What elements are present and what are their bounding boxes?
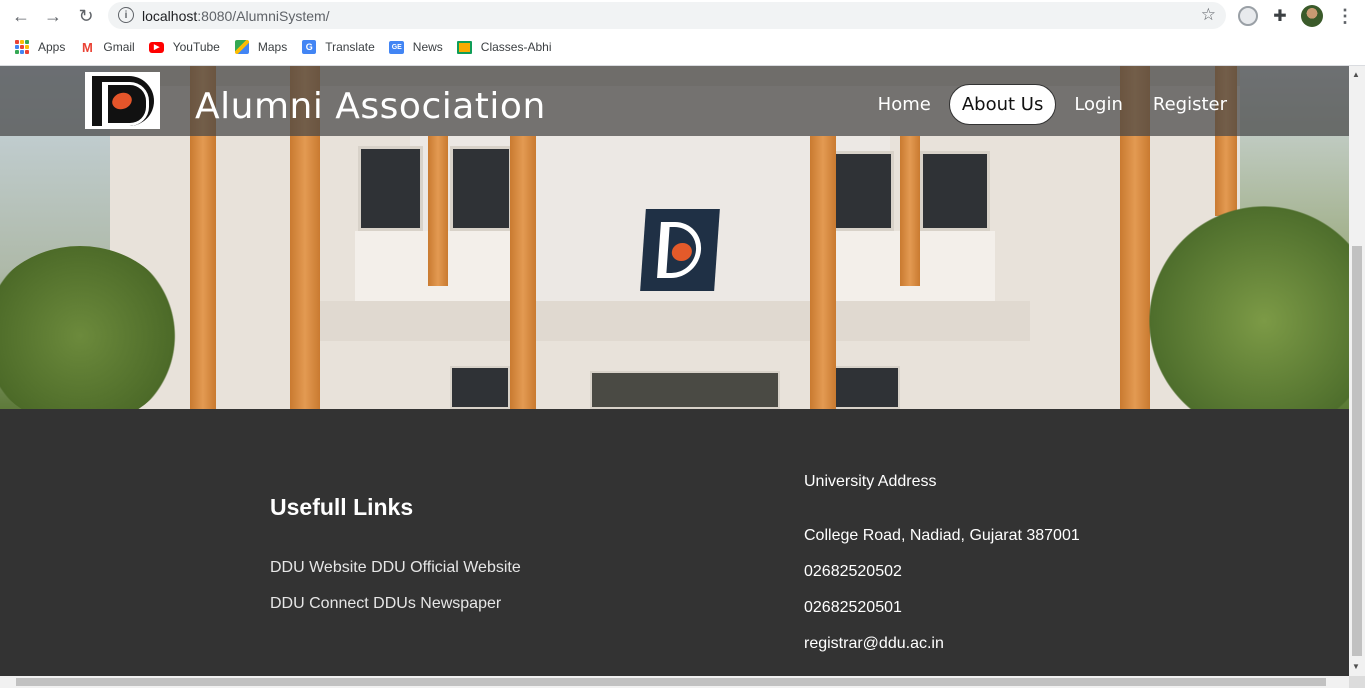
bookmark-gmail[interactable]: M Gmail [79, 39, 135, 55]
phone-number-2: 02682520501 [804, 599, 902, 616]
back-arrow-icon[interactable]: ← [9, 4, 33, 28]
bookmark-news[interactable]: GE News [389, 39, 443, 55]
nav-home-link[interactable]: Home [866, 85, 943, 124]
scroll-down-arrow-icon[interactable]: ▼ [1352, 662, 1360, 671]
site-footer: Usefull Links DDU Website DDU Official W… [0, 409, 1349, 676]
vertical-scrollbar[interactable]: ▲ ▼ [1349, 66, 1365, 676]
forward-arrow-icon[interactable]: → [41, 4, 65, 28]
globe-extension-icon[interactable] [1236, 4, 1260, 28]
bookmark-star-icon[interactable]: ☆ [1201, 5, 1216, 25]
apps-grid-icon [14, 39, 30, 55]
main-menu: Home About Us Login Register [860, 84, 1239, 125]
phone-number-1: 02682520502 [804, 563, 902, 580]
contact-email[interactable]: registrar@ddu.ac.in [804, 635, 944, 653]
scroll-up-arrow-icon[interactable]: ▲ [1352, 70, 1360, 79]
maps-icon [234, 39, 250, 55]
address-bar[interactable]: i localhost:8080/AlumniSystem/ ☆ [108, 2, 1226, 29]
site-info-icon[interactable]: i [118, 7, 134, 23]
translate-icon: G [301, 39, 317, 55]
browser-chrome: ← → ↻ i localhost:8080/AlumniSystem/ ☆ ✚… [0, 0, 1365, 66]
ddu-sign-logo [640, 209, 720, 291]
youtube-icon: ▶ [149, 39, 165, 55]
horizontal-scroll-thumb[interactable] [16, 678, 1326, 686]
site-title: Alumni Association [195, 86, 546, 127]
bookmark-youtube[interactable]: ▶ YouTube [149, 39, 220, 55]
nav-register-link[interactable]: Register [1141, 85, 1239, 124]
kebab-menu-icon[interactable]: ⋮ [1333, 4, 1357, 28]
bookmark-classes-abhi[interactable]: Classes-Abhi [457, 39, 552, 55]
scrollbar-corner [1349, 676, 1365, 688]
university-address-heading: University Address [804, 473, 937, 490]
bookmarks-bar: Apps M Gmail ▶ YouTube Maps G Translate … [0, 34, 1365, 60]
vertical-scroll-thumb[interactable] [1352, 246, 1362, 656]
university-address: College Road, Nadiad, Gujarat 387001 [804, 527, 1080, 544]
news-icon: GE [389, 39, 405, 55]
profile-avatar[interactable] [1300, 4, 1324, 28]
nav-about-us-link[interactable]: About Us [948, 84, 1057, 125]
page-viewport: Alumni Association Home About Us Login R… [0, 66, 1349, 676]
gmail-icon: M [81, 39, 93, 55]
classroom-icon [457, 39, 473, 55]
site-navbar: Alumni Association Home About Us Login R… [0, 66, 1349, 136]
nav-login-link[interactable]: Login [1062, 85, 1135, 124]
bookmark-apps[interactable]: Apps [14, 39, 65, 55]
horizontal-scrollbar[interactable] [0, 676, 1349, 688]
bookmark-translate[interactable]: G Translate [301, 39, 375, 55]
reload-icon[interactable]: ↻ [74, 4, 98, 28]
footer-link-ddu-website[interactable]: DDU Website DDU Official Website [270, 559, 521, 577]
ddu-logo[interactable] [85, 72, 160, 129]
url-text: localhost:8080/AlumniSystem/ [142, 8, 330, 24]
useful-links-heading: Usefull Links [270, 494, 414, 520]
bookmark-maps[interactable]: Maps [234, 39, 287, 55]
puzzle-extensions-icon[interactable]: ✚ [1268, 4, 1292, 28]
footer-link-ddu-connect[interactable]: DDU Connect DDUs Newspaper [270, 595, 501, 613]
